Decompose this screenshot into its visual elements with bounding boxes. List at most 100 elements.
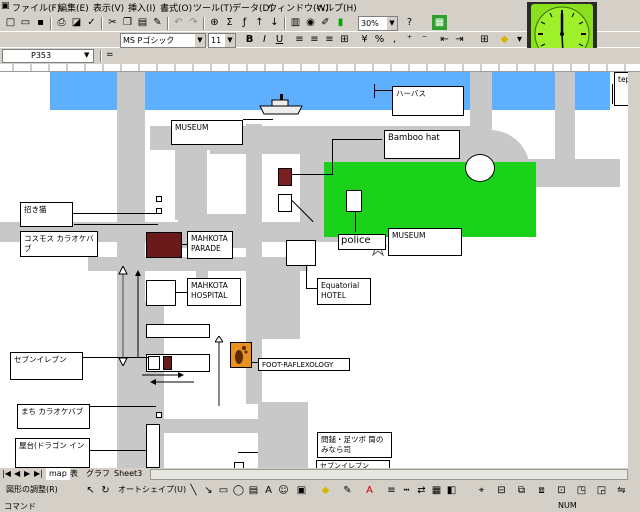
tab-graph[interactable]: グラフ <box>86 468 110 480</box>
print-icon[interactable]: ⎙ <box>54 15 69 30</box>
decrease-decimal-icon[interactable]: ⁻ <box>417 32 432 47</box>
last-sheet-icon[interactable]: ▶| <box>34 468 43 480</box>
zoom-combo[interactable]: 30% ▼ <box>358 16 398 31</box>
drawing-icon[interactable]: ✐ <box>318 15 333 30</box>
label-seven-eleven-bottom[interactable]: セブンイレブン <box>316 460 390 468</box>
align-right-icon[interactable]: ≡ <box>322 32 337 47</box>
chevron-down-icon[interactable]: ▼ <box>225 34 235 47</box>
comma-button[interactable]: , <box>387 32 402 47</box>
textbox-icon[interactable]: ▤ <box>246 483 261 498</box>
chevron-down-icon[interactable]: ▾ <box>512 32 527 47</box>
prev-sheet-icon[interactable]: ◀ <box>14 468 20 480</box>
bold-button[interactable]: B <box>242 32 257 47</box>
preview-icon[interactable]: ◪ <box>69 15 84 30</box>
rectangle-icon[interactable]: ▭ <box>216 483 231 498</box>
chart-wizard-icon[interactable]: ▥ <box>288 15 303 30</box>
tab-map[interactable]: map <box>46 468 70 480</box>
format-painter-icon[interactable]: ✎ <box>150 15 165 30</box>
chevron-down-icon[interactable]: ▼ <box>387 17 397 30</box>
edit-points-icon[interactable]: ⌖ <box>474 483 489 498</box>
map-icon[interactable]: ◉ <box>303 15 318 30</box>
label-yatai-dragon[interactable]: 屋台(ドラゴン イン <box>15 438 90 468</box>
ungroup-icon[interactable]: ⧈ <box>534 483 549 498</box>
undo-icon[interactable]: ↶ <box>171 15 186 30</box>
label-harbor[interactable]: ハーバス <box>392 86 464 116</box>
hyperlink-icon[interactable]: ⊕ <box>207 15 222 30</box>
new-icon[interactable]: □ <box>3 15 18 30</box>
menu-format[interactable]: 書式(O) <box>160 1 192 14</box>
cut-icon[interactable]: ✂ <box>105 15 120 30</box>
clipart-icon[interactable]: ☺ <box>276 483 291 498</box>
italic-button[interactable]: I <box>257 32 272 47</box>
label-equatorial-hotel[interactable]: Equatorial HOTEL <box>317 278 371 305</box>
green-book-icon[interactable]: ▮ <box>333 15 348 30</box>
label-bamboo-hat[interactable]: Bamboo hat <box>384 130 460 159</box>
paste-icon[interactable]: ▤ <box>135 15 150 30</box>
fill-color-icon[interactable]: ◆ <box>497 32 512 47</box>
borders-icon[interactable]: ⊞ <box>477 32 492 47</box>
label-mahkota-parade[interactable]: MAHKOTA PARADE <box>187 231 233 259</box>
menu-insert[interactable]: 挿入(I) <box>128 1 156 14</box>
group-icon[interactable]: ⧉ <box>514 483 529 498</box>
next-sheet-icon[interactable]: ▶ <box>24 468 30 480</box>
label-police[interactable]: police <box>338 234 386 250</box>
tab-table[interactable]: 表 <box>70 468 78 480</box>
label-seven-eleven-left[interactable]: セブンイレブン <box>10 352 83 380</box>
percent-button[interactable]: % <box>372 32 387 47</box>
align-center-icon[interactable]: ≡ <box>307 32 322 47</box>
excel-app-icon[interactable]: ▣ <box>1 1 10 11</box>
increase-decimal-icon[interactable]: ⁺ <box>402 32 417 47</box>
increase-indent-icon[interactable]: ⇥ <box>452 32 467 47</box>
menu-help[interactable]: ヘルプ(H) <box>316 1 357 14</box>
line-color-icon[interactable]: ✎ <box>340 483 355 498</box>
label-museum-top[interactable]: MUSEUM <box>171 120 243 145</box>
merge-center-icon[interactable]: ⊞ <box>337 32 352 47</box>
label-tsubo-shop[interactable]: 問鎚・足ツボ 筒のみなら司 <box>317 432 392 458</box>
oval-icon[interactable]: ◯ <box>231 483 246 498</box>
equals-icon[interactable]: = <box>106 50 114 60</box>
menu-file[interactable]: ファイル(F) <box>12 1 60 14</box>
label-foot-reflexology[interactable]: FOOT-RAFLEXOLOGY <box>258 358 350 371</box>
autosum-icon[interactable]: Σ <box>222 15 237 30</box>
sort-asc-icon[interactable]: ↑ <box>252 15 267 30</box>
rotate-icon[interactable]: ↻ <box>98 483 113 498</box>
copy-icon[interactable]: ❐ <box>120 15 135 30</box>
regroup-icon[interactable]: ⊡ <box>554 483 569 498</box>
send-back-icon[interactable]: ◲ <box>594 483 609 498</box>
horizontal-scrollbar[interactable] <box>150 469 628 480</box>
line-icon[interactable]: ╲ <box>186 483 201 498</box>
tab-sheet3[interactable]: Sheet3 <box>114 468 142 480</box>
font-color-icon[interactable]: A <box>362 483 377 498</box>
arrow-tool-icon[interactable]: ↘ <box>201 483 216 498</box>
help-icon[interactable]: ? <box>402 15 417 30</box>
adjust-menu[interactable]: 図形の調整(R) <box>6 484 58 496</box>
flip-icon[interactable]: ⇋ <box>614 483 629 498</box>
open-icon[interactable]: ▭ <box>18 15 33 30</box>
decrease-indent-icon[interactable]: ⇤ <box>437 32 452 47</box>
menu-edit[interactable]: 編集(E) <box>58 1 89 14</box>
wordart-icon[interactable]: A <box>261 483 276 498</box>
chevron-down-icon[interactable]: ▼ <box>84 51 89 59</box>
arrow-style-icon[interactable]: ⇄ <box>414 483 429 498</box>
function-icon[interactable]: ƒ <box>237 15 252 30</box>
line-style-icon[interactable]: ≡ <box>384 483 399 498</box>
bring-front-icon[interactable]: ◳ <box>574 483 589 498</box>
name-box[interactable]: P353 <box>2 49 94 63</box>
chevron-down-icon[interactable]: ▼ <box>195 34 205 47</box>
align-icon[interactable]: ⊟ <box>494 483 509 498</box>
label-machi-karaoke[interactable]: まち カラオケバブ <box>17 404 90 429</box>
green-app-icon[interactable]: ▦ <box>432 15 447 30</box>
picture-icon[interactable]: ▣ <box>294 483 309 498</box>
spell-icon[interactable]: ✓ <box>84 15 99 30</box>
label-mahkota-hospital[interactable]: MAHKOTA HOSPITAL <box>187 278 241 306</box>
3d-icon[interactable]: ◧ <box>444 483 459 498</box>
first-sheet-icon[interactable]: |◀ <box>2 468 11 480</box>
shadow-icon[interactable]: ▦ <box>429 483 444 498</box>
currency-button[interactable]: ¥ <box>357 32 372 47</box>
align-left-icon[interactable]: ≡ <box>292 32 307 47</box>
select-pointer-icon[interactable]: ↖ <box>83 483 98 498</box>
menu-data[interactable]: データ(D) <box>232 1 273 14</box>
autoshape-menu[interactable]: オートシェイプ(U) <box>118 484 186 496</box>
menu-view[interactable]: 表示(V) <box>93 1 124 14</box>
redo-icon[interactable]: ↷ <box>186 15 201 30</box>
